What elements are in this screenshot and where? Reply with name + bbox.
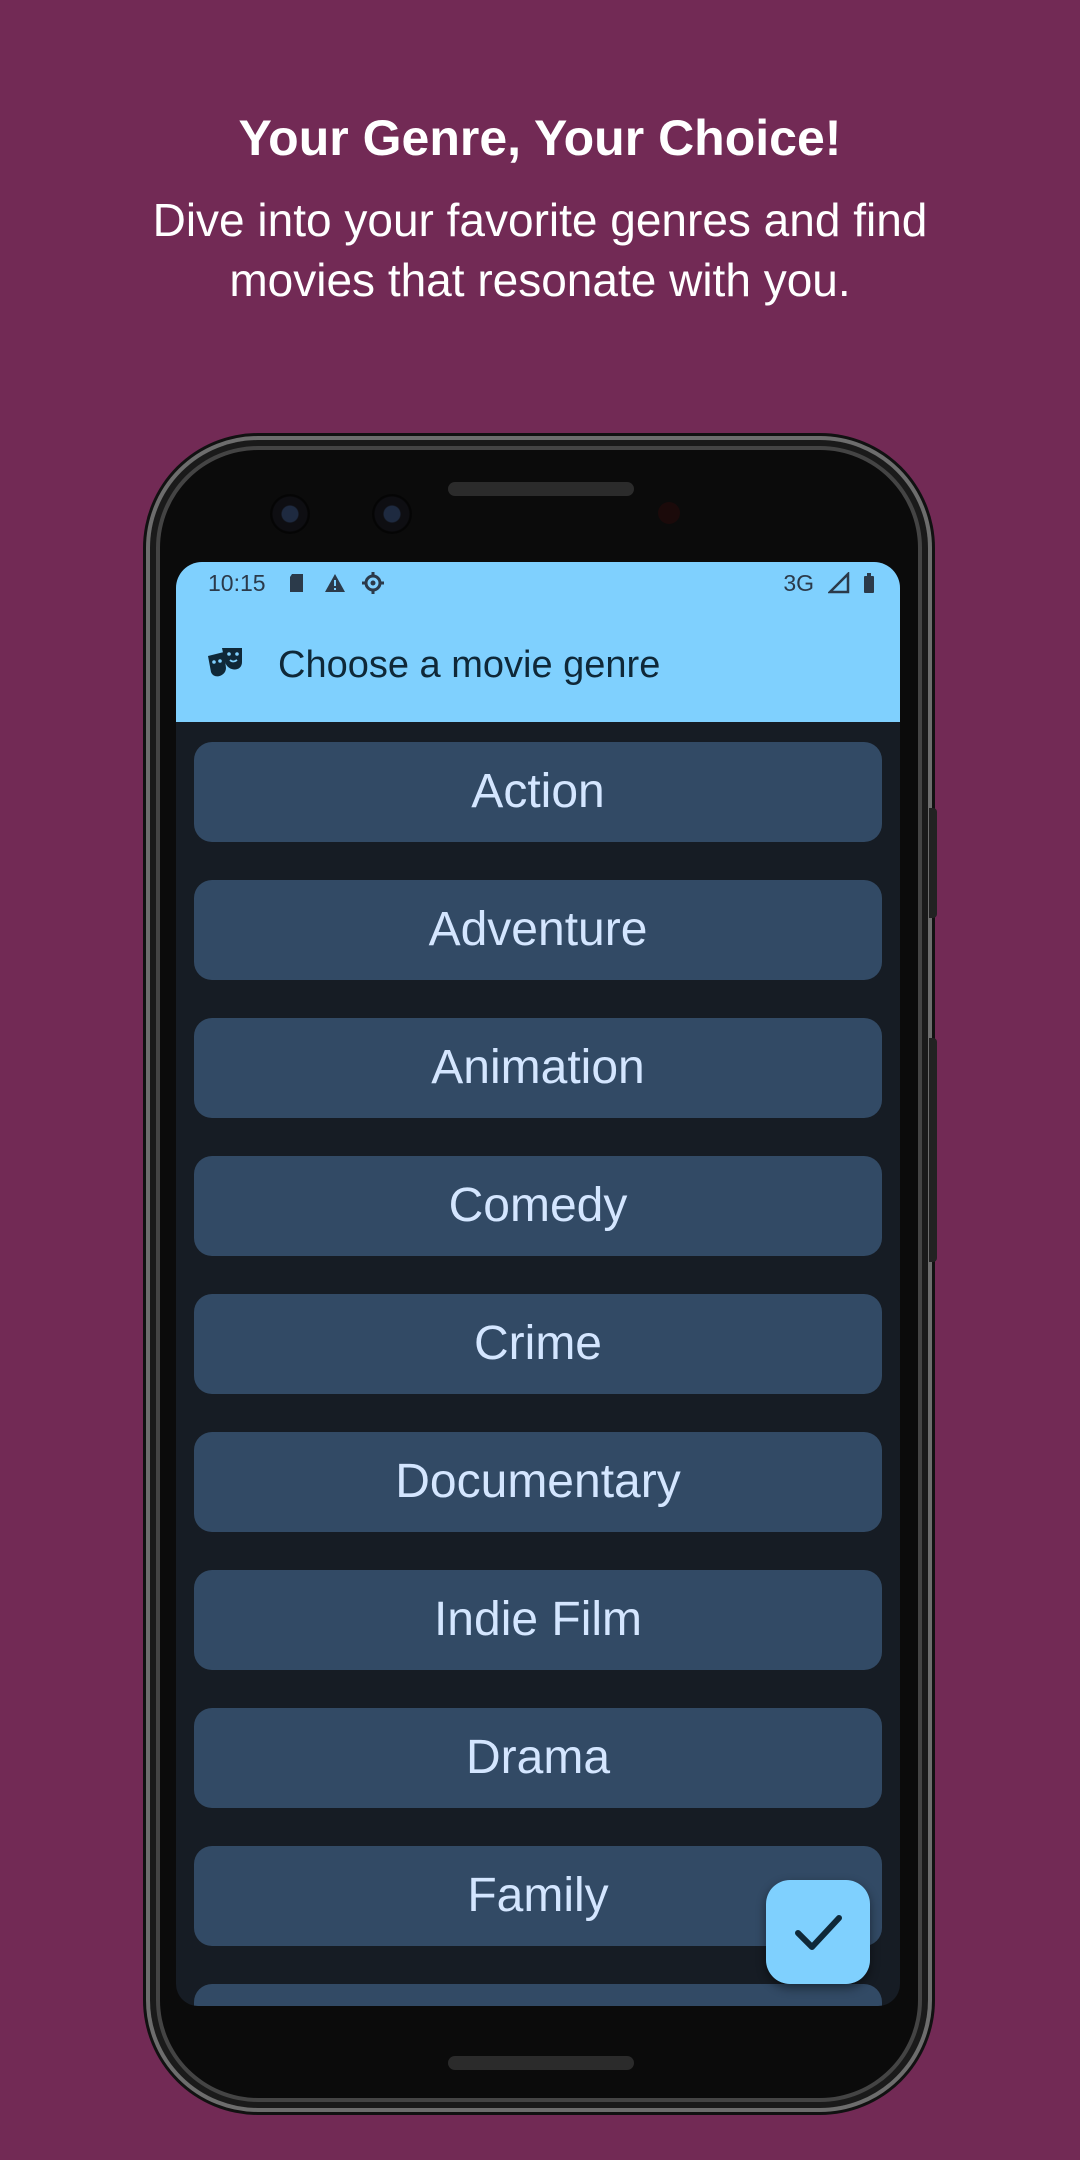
app-title: Choose a movie genre (278, 644, 661, 686)
earpiece-speaker (448, 482, 634, 496)
genre-button-indie-film[interactable]: Indie Film (194, 1570, 882, 1670)
battery-icon (864, 573, 874, 593)
promo-headline: Your Genre, Your Choice! (238, 110, 842, 166)
promo-background: Your Genre, Your Choice! Dive into your … (0, 0, 1080, 2160)
genre-button-comedy[interactable]: Comedy (194, 1156, 882, 1256)
phone-power-button (929, 808, 937, 918)
status-bar: 10:15 3G (176, 562, 900, 606)
bottom-speaker (448, 2056, 634, 2070)
app-bar: Choose a movie genre (176, 606, 900, 722)
settings-gear-icon (362, 572, 384, 594)
genre-button-drama[interactable]: Drama (194, 1708, 882, 1808)
genre-button-adventure[interactable]: Adventure (194, 880, 882, 980)
genre-button-partial[interactable] (194, 1984, 882, 2006)
confirm-fab-button[interactable] (766, 1880, 870, 1984)
genre-button-crime[interactable]: Crime (194, 1294, 882, 1394)
sd-card-icon (290, 574, 303, 592)
promo-subline: Dive into your favorite genres and find … (152, 194, 928, 306)
phone-volume-button (929, 1038, 937, 1262)
front-camera-icon (270, 494, 310, 534)
app-screen: 10:15 3G Choose a movie genre Action Adv… (176, 562, 900, 2006)
genre-button-animation[interactable]: Animation (194, 1018, 882, 1118)
genre-button-documentary[interactable]: Documentary (194, 1432, 882, 1532)
network-type: 3G (783, 570, 814, 596)
status-time: 10:15 (208, 570, 266, 596)
proximity-sensor (658, 502, 680, 524)
checkmark-icon (795, 1915, 842, 1950)
genre-list: Action Adventure Animation Comedy Crime … (194, 742, 882, 2006)
genre-button-action[interactable]: Action (194, 742, 882, 842)
front-sensor-icon (372, 494, 412, 534)
warning-icon (325, 574, 345, 592)
signal-icon (828, 572, 850, 594)
theater-masks-icon (208, 648, 242, 677)
phone-frame: 10:15 3G Choose a movie genre Action Adv… (146, 436, 937, 2112)
